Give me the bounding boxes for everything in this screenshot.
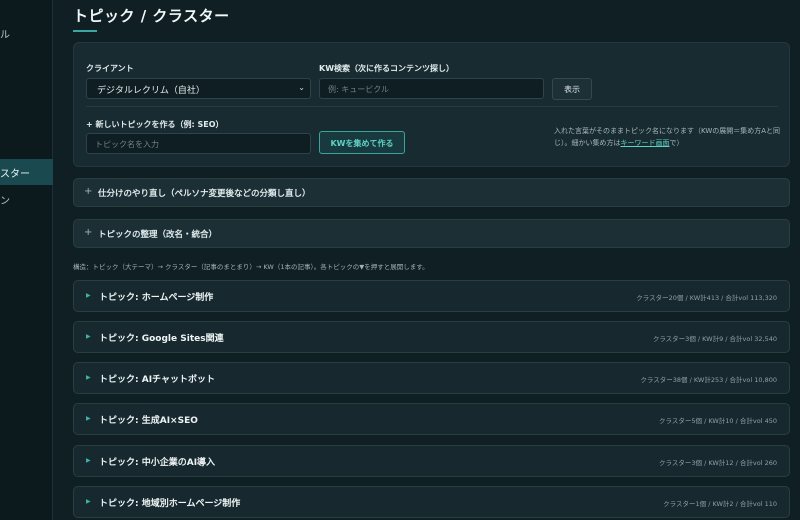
plus-icon: + [84,227,93,238]
note-suffix: で） [669,139,684,147]
divider [86,106,778,107]
sidebar: ル スター ン [0,0,53,520]
topic-name-input[interactable]: トピック名を入力 [86,133,311,154]
accordion-label: トピックの整理（改名・統合） [98,230,218,240]
form-note: 入れた言葉がそのままトピック名になります（KWの展開＝集め方Aと同じ）。細かい集… [554,125,789,149]
topic-row[interactable]: ▶ トピック: Google Sites関連 クラスター3個 / KW計9 / … [73,321,790,353]
topic-row[interactable]: ▶ トピック: 中小企業のAI導入 クラスター3個 / KW計12 / 合計vo… [73,445,790,477]
topic-stats: クラスター1個 / KW計2 / 合計vol 110 [663,500,777,508]
new-topic-label: + 新しいトピックを作る（例: SEO） [86,120,224,129]
client-select[interactable]: デジタルレクリム（自社） ⌄ [86,78,311,99]
page-title: トピック / クラスター [73,7,230,25]
accordion-label: 仕分けのやり直し（ペルソナ変更後などの分類し直し） [98,189,311,199]
collect-kw-button[interactable]: KWを集めて作る [319,131,405,154]
kw-search-input[interactable]: 例: キュービクル [319,78,544,99]
topic-stats: クラスター5個 / KW計10 / 合計vol 450 [659,417,777,425]
client-select-value: デジタルレクリム（自社） [97,86,205,96]
organize-topics-accordion[interactable]: + トピックの整理（改名・統合） [73,219,790,248]
topic-name: トピック: AIチャットボット [99,375,215,385]
expand-arrow-icon: ▶ [86,415,91,422]
hierarchy-note: 構造：トピック（大テーマ）→ クラスター（記事のまとまり）→ KW（1本の記事）… [73,263,429,271]
topic-name: トピック: Google Sites関連 [99,334,224,344]
expand-arrow-icon: ▶ [86,457,91,464]
reclassify-accordion[interactable]: + 仕分けのやり直し（ペルソナ変更後などの分類し直し） [73,178,790,207]
show-button[interactable]: 表示 [552,78,592,100]
sidebar-item-fragment[interactable]: ル [0,26,10,41]
topic-row[interactable]: ▶ トピック: 生成AI×SEO クラスター5個 / KW計10 / 合計vol… [73,403,790,435]
sidebar-item-fragment[interactable]: ン [0,192,10,207]
topic-row[interactable]: ▶ トピック: AIチャットボット クラスター38個 / KW計253 / 合計… [73,362,790,394]
topic-stats: クラスター20個 / KW計413 / 合計vol 113,320 [636,294,777,302]
topic-row[interactable]: ▶ トピック: ホームページ制作 クラスター20個 / KW計413 / 合計v… [73,280,790,312]
topic-stats: クラスター3個 / KW計12 / 合計vol 260 [659,459,777,467]
topic-name: トピック: ホームページ制作 [99,293,214,303]
topic-stats: クラスター38個 / KW計253 / 合計vol 10,800 [640,376,777,384]
sidebar-item-topics-clusters[interactable]: スター [0,159,53,185]
topic-stats: クラスター3個 / KW計9 / 合計vol 32,540 [652,335,777,343]
client-label: クライアント [86,64,134,73]
main-content: トピック / クラスター クライアント デジタルレクリム（自社） ⌄ KW検索（… [53,0,800,520]
topic-form-card: クライアント デジタルレクリム（自社） ⌄ KW検索（次に作るコンテンツ探し） … [73,42,790,167]
topic-row[interactable]: ▶ トピック: 地域別ホームページ制作 クラスター1個 / KW計2 / 合計v… [73,486,790,518]
expand-arrow-icon: ▶ [86,292,91,299]
expand-arrow-icon: ▶ [86,333,91,340]
chevron-down-icon: ⌄ [298,83,305,92]
topic-name: トピック: 地域別ホームページ制作 [99,499,241,509]
topic-name: トピック: 生成AI×SEO [99,416,198,426]
title-underline [73,30,97,32]
kw-search-label: KW検索（次に作るコンテンツ探し） [319,64,455,73]
expand-arrow-icon: ▶ [86,498,91,505]
topic-name: トピック: 中小企業のAI導入 [99,458,216,468]
sidebar-item-label: スター [0,169,30,180]
plus-icon: + [84,186,93,197]
keyword-screen-link[interactable]: キーワード画面 [621,139,670,147]
expand-arrow-icon: ▶ [86,374,91,381]
